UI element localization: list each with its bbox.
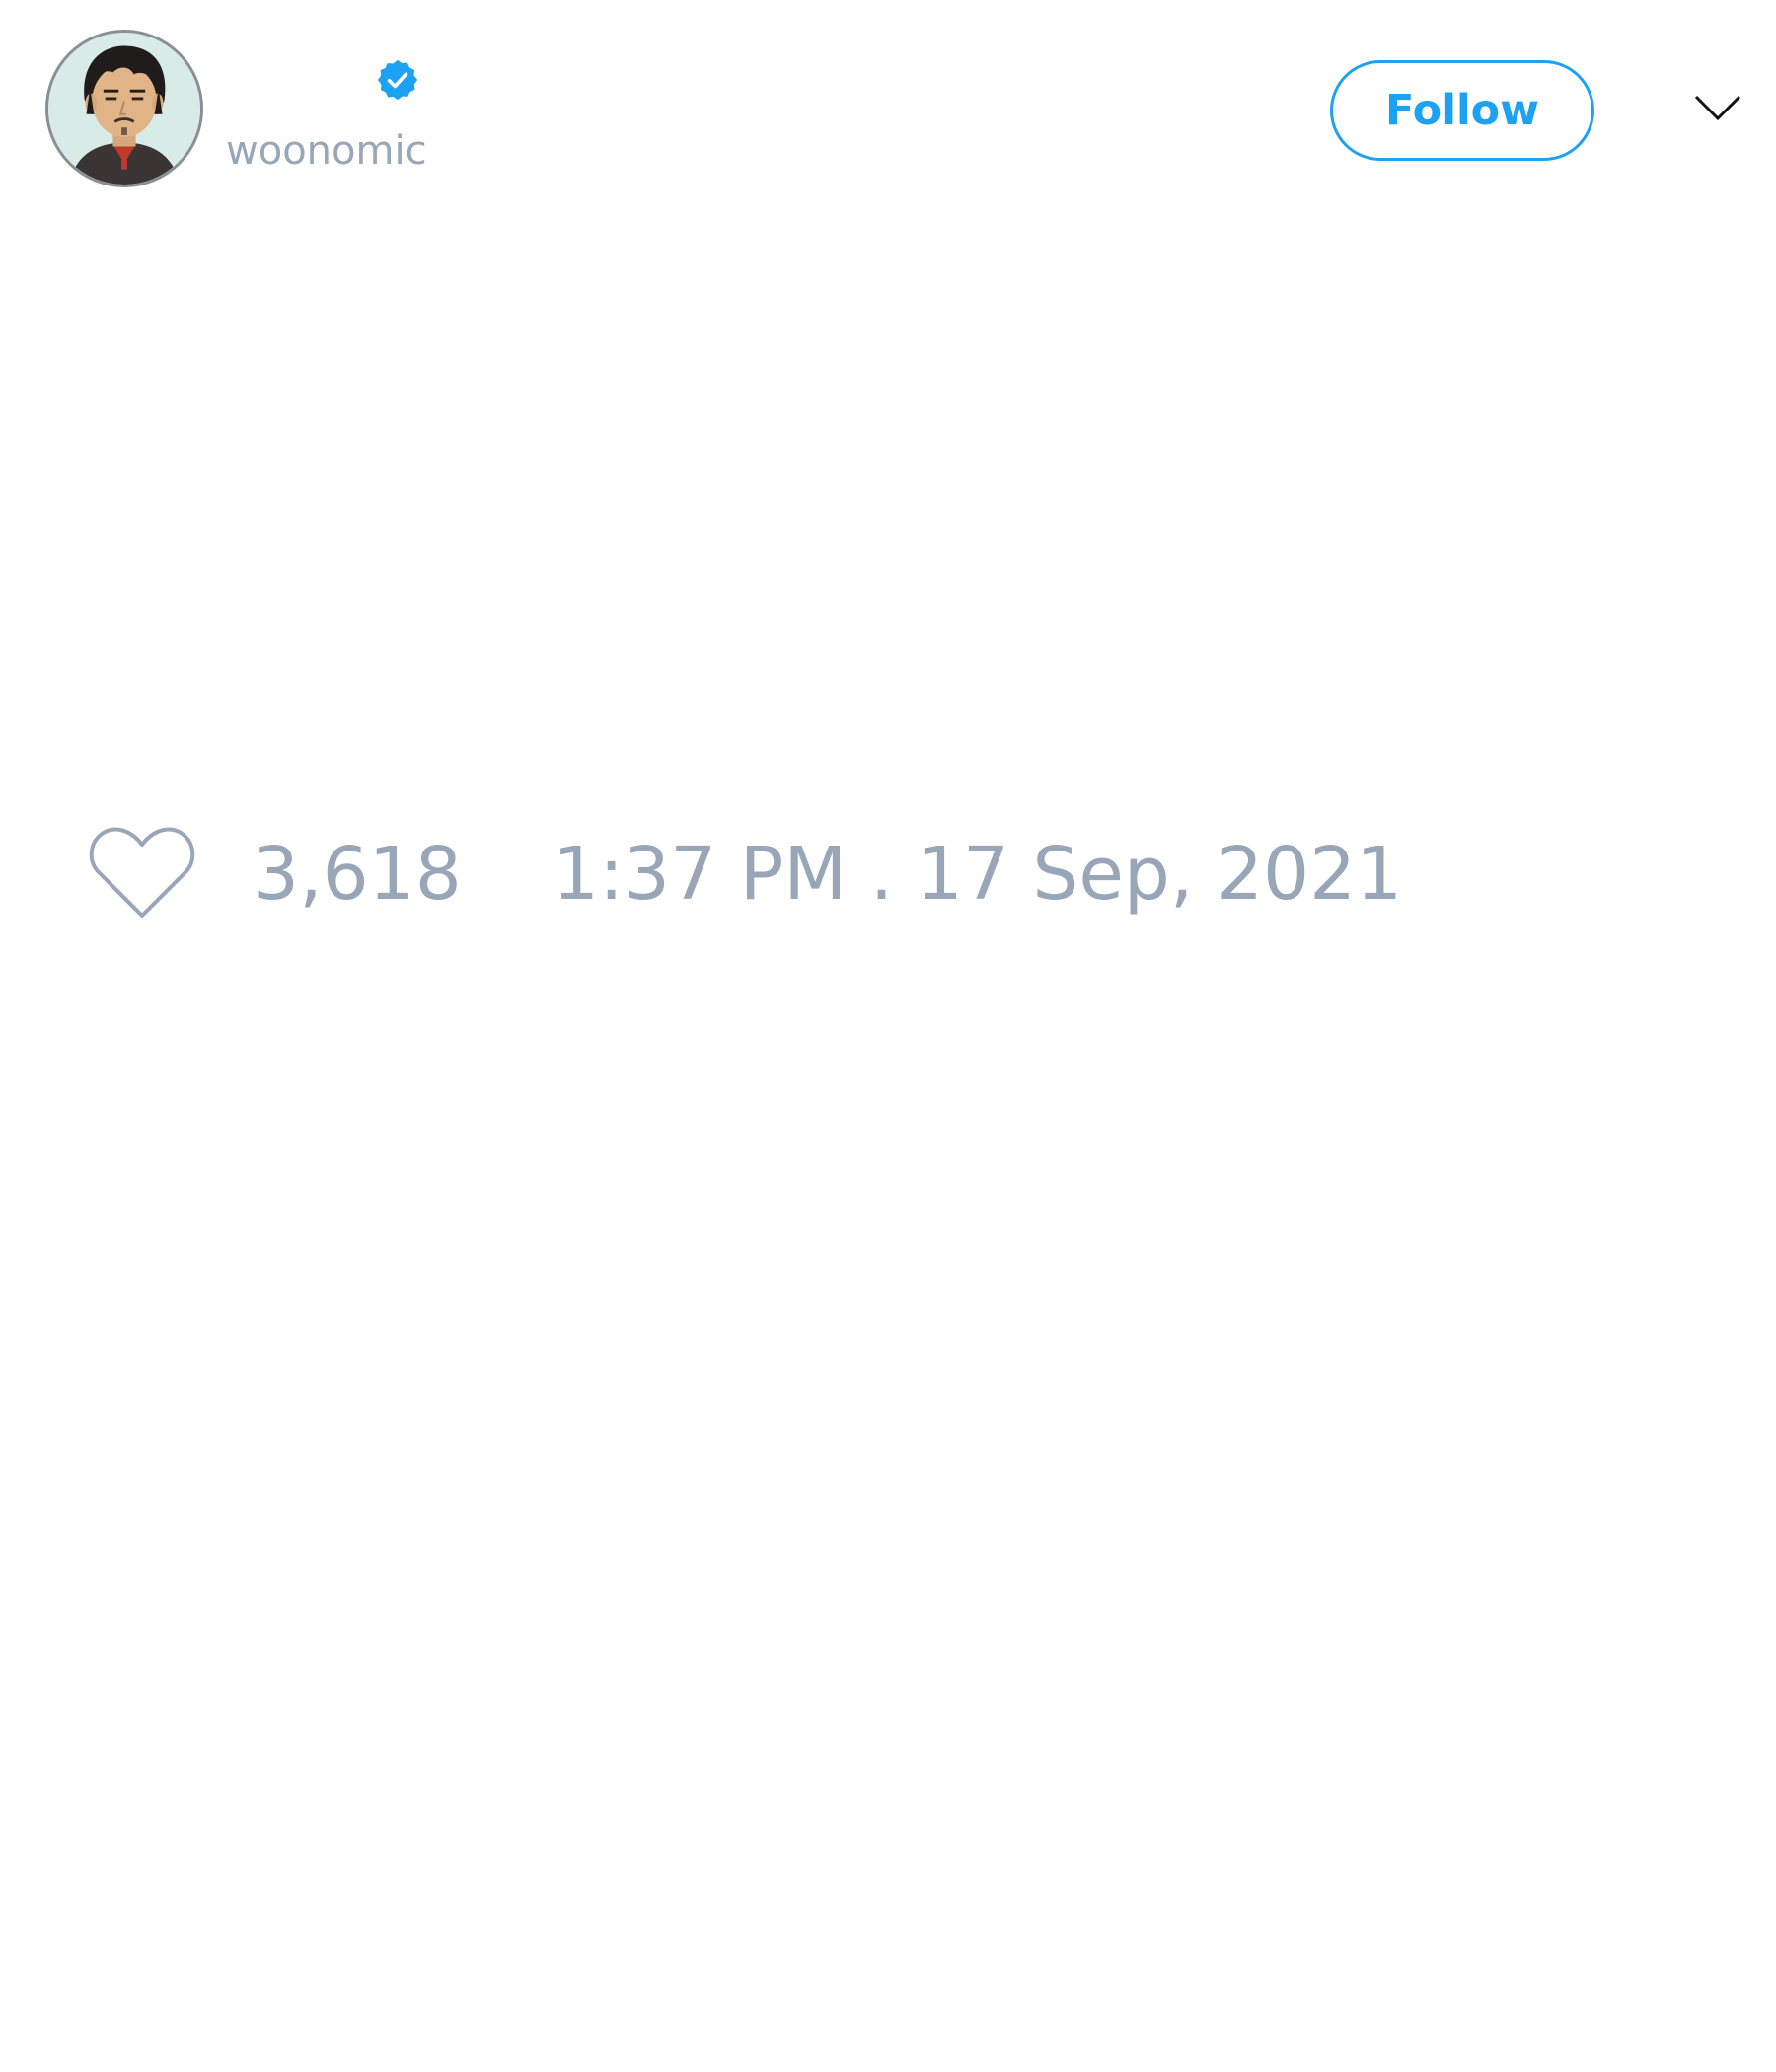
heart-icon[interactable]: [89, 827, 195, 920]
tweet-timestamp[interactable]: 1:37 PM . 17 Sep, 2021: [553, 831, 1402, 918]
avatar-illustration: [48, 33, 200, 185]
tweet-meta-row: 3,618 1:37 PM . 17 Sep, 2021: [0, 809, 1776, 927]
follow-button[interactable]: Follow: [1330, 60, 1594, 161]
like-count: 3,618: [253, 832, 462, 917]
user-handle[interactable]: woonomic: [226, 124, 427, 178]
avatar[interactable]: [45, 30, 203, 187]
chevron-down-icon[interactable]: [1693, 91, 1742, 126]
tweet-header: woonomic Follow: [0, 0, 1776, 217]
verified-badge-icon: [375, 57, 420, 103]
